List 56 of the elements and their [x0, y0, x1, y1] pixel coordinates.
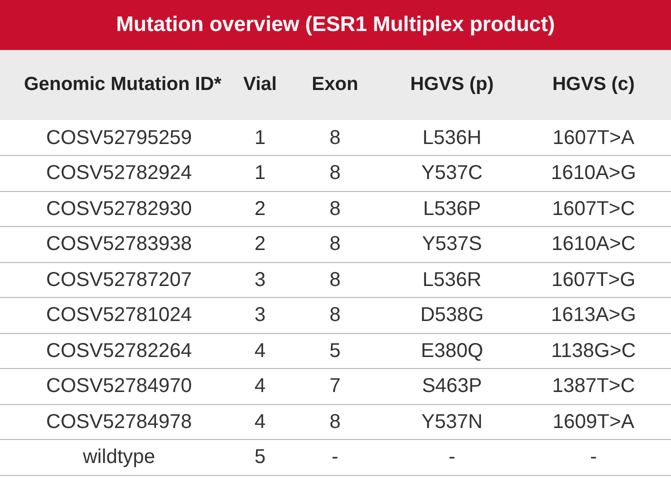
table-cell: 4 [238, 368, 282, 404]
table-cell: 2 [238, 226, 282, 262]
table-cell: 1610A>C [516, 226, 671, 262]
column-header: Vial [238, 50, 282, 120]
table-cell: 1607T>A [516, 120, 671, 156]
table-cell: COSV52781024 [0, 298, 238, 333]
table-cell: COSV52782924 [0, 156, 238, 191]
table-cell: 1607T>C [516, 191, 671, 226]
column-header: HGVS (p) [388, 50, 516, 120]
table-cell: 3 [238, 262, 282, 298]
table-cell: 1613A>G [516, 298, 671, 333]
table-cell: 2 [238, 191, 282, 226]
table-cell: COSV52782930 [0, 191, 238, 226]
table-cell: 1607T>G [516, 262, 671, 298]
table-cell: L536H [388, 120, 516, 156]
table-cell: 5 [238, 440, 282, 475]
table-cell: 1138G>C [516, 333, 671, 368]
table-cell: - [516, 440, 671, 475]
table-cell: Y537N [388, 404, 516, 440]
table-cell: 4 [238, 404, 282, 440]
table-cell: COSV52795259 [0, 120, 238, 156]
table-cell: 1387T>C [516, 368, 671, 404]
table-cell: Y537C [388, 156, 516, 191]
table-cell: 8 [282, 226, 388, 262]
table-cell: - [388, 440, 516, 475]
table-cell: COSV52782264 [0, 333, 238, 368]
table-cell: 8 [282, 156, 388, 191]
table-cell: 8 [282, 191, 388, 226]
table-cell: E380Q [388, 333, 516, 368]
table-cell: COSV52783938 [0, 226, 238, 262]
table-title: Mutation overview (ESR1 Multiplex product) [0, 0, 671, 50]
table-cell: COSV52784970 [0, 368, 238, 404]
table-cell: 8 [282, 298, 388, 333]
table-cell: 7 [282, 368, 388, 404]
table-cell: 1 [238, 156, 282, 191]
table-cell: L536P [388, 191, 516, 226]
table-cell: 8 [282, 262, 388, 298]
table-cell: S463P [388, 368, 516, 404]
table-cell: - [282, 440, 388, 475]
table-cell: 1 [238, 120, 282, 156]
table-cell: Y537S [388, 226, 516, 262]
column-header: HGVS (c) [516, 50, 671, 120]
table-cell: 5 [282, 333, 388, 368]
table-cell: L536R [388, 262, 516, 298]
table-cell: 1609T>A [516, 404, 671, 440]
table-cell: COSV52784978 [0, 404, 238, 440]
table-cell: D538G [388, 298, 516, 333]
table-cell: COSV52787207 [0, 262, 238, 298]
table-cell: 3 [238, 298, 282, 333]
column-header: Exon [282, 50, 388, 120]
table-cell: 8 [282, 120, 388, 156]
table-cell: 1610A>G [516, 156, 671, 191]
table-cell: wildtype [0, 440, 238, 475]
table-cell: 8 [282, 404, 388, 440]
column-header: Genomic Mutation ID* [0, 50, 238, 120]
table-cell: 4 [238, 333, 282, 368]
